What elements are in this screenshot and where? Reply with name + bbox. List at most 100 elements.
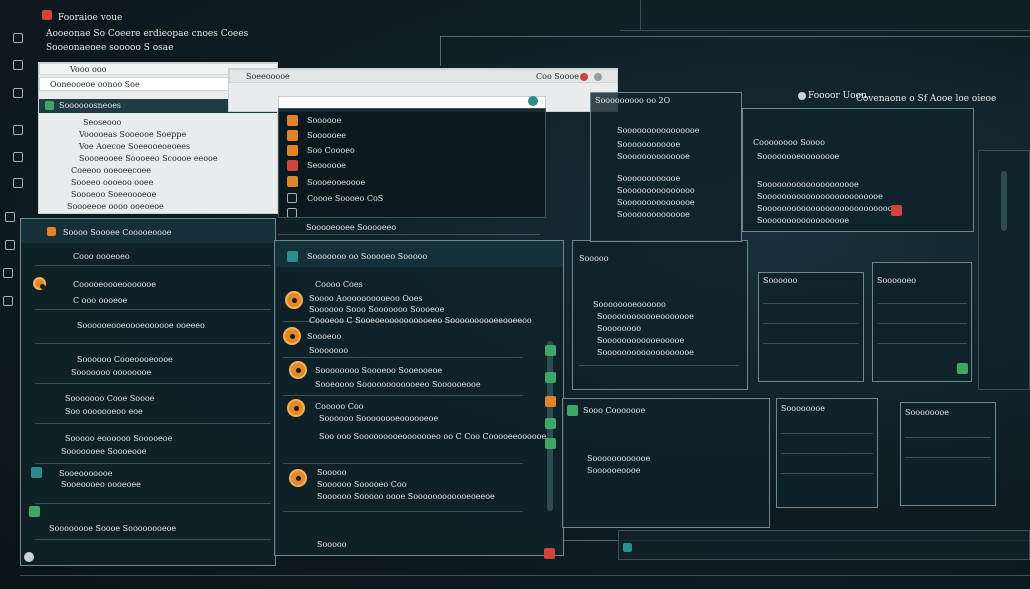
app-subtitle-2: Sooeonaeoee sooooo S osae [46, 43, 174, 53]
mid-right-row[interactable]: Soooooooeoooooo [593, 301, 666, 309]
sidebar-icon[interactable] [3, 296, 13, 306]
sidebar-icon[interactable] [13, 60, 23, 70]
light-window-item[interactable]: Sooeeo oooeoo ooee [71, 179, 153, 187]
mid-right-row[interactable]: Soooooooo [597, 325, 641, 333]
entry-title: Coooo Coes [315, 280, 363, 289]
left-panel-item[interactable]: Sooooooee Soooeooe [61, 448, 146, 456]
scrollbar[interactable] [1001, 171, 1007, 231]
sidebar-icon[interactable] [13, 33, 23, 43]
left-panel-item[interactable]: Sooooooo oooooooe [71, 369, 151, 377]
menu-item[interactable]: Seoooooe [307, 162, 346, 170]
mid-lower-header: Sooo Cooooooe [583, 406, 646, 415]
mid-lower-row[interactable]: Soooooooooooe [587, 455, 650, 463]
row-divider [35, 383, 271, 384]
left-panel-item[interactable]: Cooooeoooeooooooe [73, 281, 156, 289]
top-right-row[interactable]: Soooooooooooooooe [617, 127, 699, 135]
subwindow-row[interactable]: Soooooooeoooooooe [757, 153, 839, 161]
sidebar-icon[interactable] [5, 240, 15, 250]
menu-item[interactable]: Soooooe [307, 117, 341, 125]
sidebar-mini-icon[interactable] [545, 372, 556, 383]
row-divider [905, 457, 991, 458]
sidebar-icon[interactable] [5, 212, 15, 222]
row-divider [579, 365, 739, 366]
sidebar-mini-icon[interactable] [545, 396, 556, 407]
sidebar-mini-icon[interactable] [545, 438, 556, 449]
item-icon [31, 467, 42, 478]
left-panel-item[interactable]: Soo ooooooeoo eoe [65, 408, 143, 416]
sidebar-icon[interactable] [13, 152, 23, 162]
light-window-tab[interactable]: Vooo ooo [70, 66, 106, 74]
light-window-item[interactable]: Voe Aoecoe Soeeooeoeoees [79, 143, 190, 151]
entry-title: Soooeoo [307, 332, 342, 341]
entry-icon [289, 361, 307, 379]
light-window-header: Soooooosneoes [59, 101, 122, 110]
browser-tab[interactable]: Soeeooooe [246, 73, 290, 81]
menu-item[interactable]: Soo Coooeo [307, 147, 355, 155]
left-panel-item[interactable]: Sooeooooooe [59, 470, 112, 478]
top-right-row[interactable]: Soooooooooooe [617, 175, 680, 183]
subwindow-row[interactable]: Soooooooooooooooooooooooooooe [757, 205, 897, 213]
light-window-item[interactable]: Soooeooee Soooeeo Scoooe eeooe [79, 155, 218, 163]
row-divider [35, 343, 271, 344]
close-icon[interactable] [580, 73, 588, 81]
subwindow-row[interactable]: Soooooooooooooooooe [757, 217, 849, 225]
light-window-item[interactable]: Coeeoo ooeoeecoee [71, 167, 151, 175]
top-right-row[interactable]: Sooooooooooooooe [617, 199, 695, 207]
left-panel-item[interactable]: Sooooooo Cooe Soooe [65, 395, 154, 403]
light-window-item[interactable]: Soooeoo Soeeoooeoe [71, 191, 156, 199]
mid-lower-row[interactable]: Soooooeoooe [587, 467, 640, 475]
left-panel-item[interactable]: C ooo oooeoe [73, 297, 127, 305]
light-window-item[interactable]: Soooeeoe oooo ooeoeoe [67, 203, 164, 211]
decor-line [440, 36, 1030, 37]
decor-line [20, 575, 1030, 576]
footer-icon [24, 552, 34, 562]
center-panel-header-bar: Sooooooo oo Sooooeo Sooooo [275, 241, 563, 267]
left-panel-item[interactable]: Soooooeooeoooeoooooe ooeeeo [77, 322, 205, 330]
row-divider [905, 437, 991, 438]
left-panel-header-bar: Soooo Soooee Cooooeoooe [21, 219, 275, 243]
sidebar-icon[interactable] [3, 268, 13, 278]
subwindow-row[interactable]: Sooooooooooooooooooooooooe [757, 193, 883, 201]
menu-item[interactable]: Soooooee [307, 132, 346, 140]
header-icon [567, 405, 578, 416]
left-panel-item[interactable]: Sooeoooeo oooeoee [61, 481, 141, 489]
right-card: Soooooooe [900, 402, 996, 506]
decor-line [620, 30, 1030, 31]
minimize-icon[interactable] [594, 73, 602, 81]
light-window-item[interactable]: Seoseooo [83, 119, 121, 127]
top-right-row[interactable]: Soooooooooooooe [617, 153, 690, 161]
top-right-row[interactable]: Soooooooooooe [617, 141, 680, 149]
row-divider [283, 357, 523, 358]
menu-item[interactable]: Sooooeooee Sooooeeo [306, 224, 396, 232]
menu-icon [287, 176, 298, 187]
sidebar-icon[interactable] [13, 178, 23, 188]
sidebar-icon[interactable] [13, 125, 23, 135]
header-icon [287, 251, 298, 262]
header-icon [45, 101, 54, 110]
subwindow-row[interactable]: Soooooooooooooooooooe [757, 181, 859, 189]
right-card: Soooooo [758, 272, 864, 382]
top-right-row[interactable]: Soooooooooooooe [617, 211, 690, 219]
left-panel-item[interactable]: Cooo oooeoeo [73, 253, 130, 261]
profile-icon[interactable] [528, 96, 538, 106]
light-window-item[interactable]: Vooooeas Sooeooe Soeppe [79, 131, 186, 139]
entry-title: Sooooo [317, 468, 347, 477]
mid-right-row[interactable]: Sooooooooooooooooooe [597, 349, 694, 357]
mid-right-row[interactable]: Soooooooooooeooooooe [597, 313, 694, 321]
entry-line: Sooeoooo Soooooooooooeeo Soooooeooe [315, 380, 481, 389]
left-panel-item[interactable]: Soooooo Cooeoooeoooe [77, 356, 173, 364]
left-panel-item[interactable]: Sooooo eoooooo Sooooeoe [65, 435, 172, 443]
browser-tab-2[interactable]: Coo Soooe [536, 73, 579, 81]
sidebar-icon[interactable] [13, 88, 23, 98]
left-panel-item[interactable]: Soooooooe Soooe Soooooooeoe [49, 525, 176, 533]
sidebar-mini-icon[interactable] [545, 345, 556, 356]
top-right-row[interactable]: Sooooooooooooooo [617, 187, 695, 195]
decor-line [440, 36, 441, 66]
menu-item[interactable]: Soooeooeoooe [307, 179, 365, 187]
center-panel: Sooooooo oo Sooooeo Sooooo Coooo Coes So… [274, 240, 564, 556]
menu-item[interactable]: Coooe Soooeo CoS [307, 195, 383, 203]
row-divider [877, 343, 967, 344]
mid-right-row[interactable]: Soooooooooooeooooe [597, 337, 684, 345]
sidebar-mini-icon[interactable] [545, 418, 556, 429]
sidebar-mini-icon[interactable] [544, 548, 555, 559]
